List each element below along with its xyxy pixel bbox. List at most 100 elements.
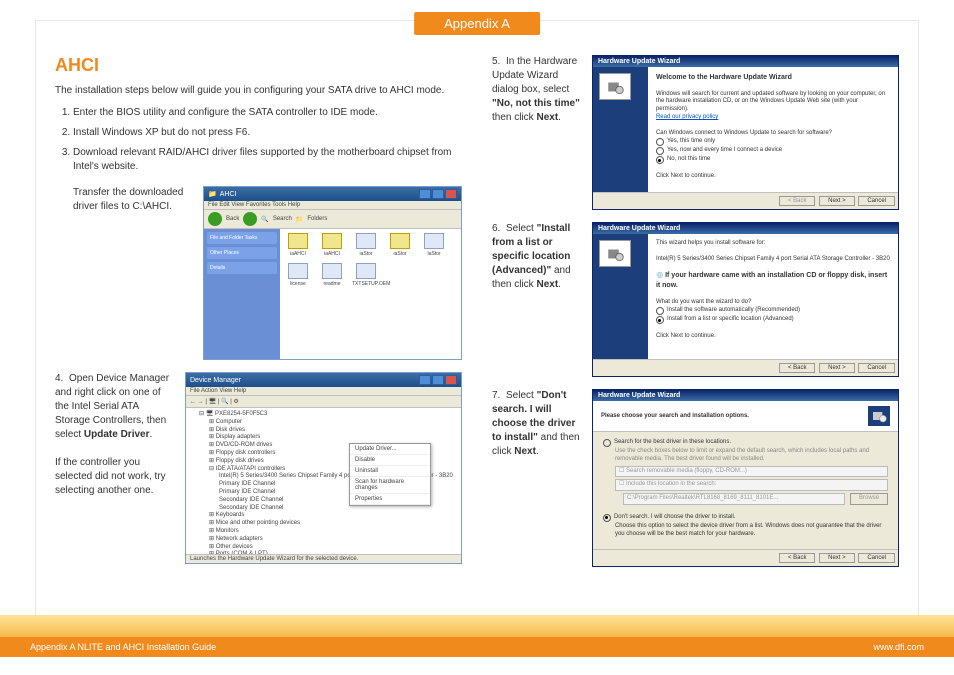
click-next-text: Click Next to continue.: [656, 333, 716, 339]
ctx-update-driver[interactable]: Update Driver...: [350, 444, 430, 455]
explorer-sidebar: File and Folder Tasks Other Places Detai…: [204, 229, 280, 359]
file-item[interactable]: license: [284, 263, 312, 287]
radio-dont-search[interactable]: Don't search. I will choose the driver t…: [603, 514, 888, 522]
close-icon[interactable]: [445, 375, 457, 385]
explorer-title: AHCI: [220, 191, 237, 198]
cancel-button[interactable]: Cancel: [858, 363, 895, 373]
tree-item[interactable]: ⊞ Display adapters: [189, 434, 458, 442]
check-removable: ☐ Search removable media (floppy, CD-ROM…: [615, 466, 888, 478]
devmgr-menubar: File Action View Help: [186, 387, 461, 396]
tree-root[interactable]: ⊟ 🖥 PXE8254-5F0F5C3: [189, 411, 458, 419]
file-item[interactable]: IaStor: [420, 233, 448, 257]
side-panel-details: Details: [207, 262, 277, 274]
back-icon[interactable]: [208, 212, 222, 226]
close-icon[interactable]: [445, 189, 457, 199]
explorer-menubar: File Edit View Favorites Tools Help: [204, 201, 461, 210]
minimize-icon[interactable]: [419, 189, 431, 199]
devmgr-title: Device Manager: [190, 377, 241, 384]
maximize-icon[interactable]: [432, 375, 444, 385]
step6-block: 6. Select "Install from a list or specif…: [492, 222, 899, 377]
file-item[interactable]: iaAHCI: [318, 233, 346, 257]
transfer-text: Transfer the downloaded driver files to …: [73, 186, 193, 360]
ctx-uninstall[interactable]: Uninstall: [350, 466, 430, 477]
step-3: Download relevant RAID/AHCI driver files…: [73, 146, 462, 174]
privacy-link[interactable]: Read our privacy policy: [656, 114, 718, 120]
folders-label: Folders: [307, 216, 327, 222]
wizard-question: Can Windows connect to Windows Update to…: [656, 130, 832, 136]
browse-button: Browse: [850, 493, 888, 505]
ctx-properties[interactable]: Properties: [350, 494, 430, 505]
step4-text2: If the controller you selected did not w…: [55, 457, 166, 496]
file-item[interactable]: readme: [318, 263, 346, 287]
step7-text: 7. Select "Don't search. I will choose t…: [492, 389, 582, 567]
tree-item[interactable]: ⊞ Network adapters: [189, 536, 458, 544]
radio-advanced[interactable]: Install from a list or specific location…: [656, 316, 890, 324]
wizard-subtext: Use the check boxes below to limit or ex…: [615, 448, 888, 464]
content-area: AHCI The installation steps below will g…: [55, 55, 899, 615]
radio-auto[interactable]: Install the software automatically (Reco…: [656, 307, 890, 315]
wizard-titlebar: Hardware Update Wizard: [593, 223, 898, 234]
wizard-main: This wizard helps you install software f…: [648, 234, 898, 359]
radio-yes-always[interactable]: Yes, now and every time I connect a devi…: [656, 147, 890, 155]
window-controls: [419, 189, 457, 199]
wizard-body-text: Windows will search for current and upda…: [656, 91, 885, 113]
cancel-button[interactable]: Cancel: [858, 553, 895, 563]
devmgr-statusbar: Launches the Hardware Update Wizard for …: [186, 554, 461, 563]
section-heading: AHCI: [55, 55, 462, 76]
next-button[interactable]: Next >: [819, 196, 855, 206]
footer-left: Appendix A NLITE and AHCI Installation G…: [30, 642, 216, 652]
step-1: Enter the BIOS utility and configure the…: [73, 106, 462, 120]
step4-bold: Update Driver: [84, 429, 150, 440]
radio-yes-once[interactable]: Yes, this time only: [656, 138, 890, 146]
back-button[interactable]: < Back: [779, 363, 816, 373]
wizard-header: Please choose your search and installati…: [593, 401, 898, 432]
wizard-cd-text: If your hardware came with an installati…: [656, 272, 887, 289]
forward-icon[interactable]: [243, 212, 257, 226]
explorer-body: File and Folder Tasks Other Places Detai…: [204, 229, 461, 359]
explorer-titlebar: 📁 AHCI: [204, 187, 461, 201]
step6-num: 6.: [492, 222, 506, 236]
step5-num: 5.: [492, 55, 506, 69]
next-button[interactable]: Next >: [819, 363, 855, 373]
next-button[interactable]: Next >: [819, 553, 855, 563]
tree-item[interactable]: ⊞ Mice and other pointing devices: [189, 520, 458, 528]
intro-text: The installation steps below will guide …: [55, 84, 462, 98]
tree-item[interactable]: ⊞ Keyboards: [189, 512, 458, 520]
step7-block: 7. Select "Don't search. I will choose t…: [492, 389, 899, 567]
gear-chip-icon: [599, 73, 631, 100]
ctx-scan[interactable]: Scan for hardware changes: [350, 477, 430, 494]
tree-item[interactable]: ⊞ Other devices: [189, 544, 458, 552]
click-next-text: Click Next to continue.: [656, 173, 716, 179]
footer-right: www.dfi.com: [873, 642, 924, 652]
tree-item[interactable]: ⊞ Computer: [189, 419, 458, 427]
back-button[interactable]: < Back: [779, 553, 816, 563]
back-label: Back: [226, 216, 239, 222]
ctx-disable[interactable]: Disable: [350, 455, 430, 466]
folder-icon: 📁: [208, 190, 217, 198]
devmgr-titlebar: Device Manager: [186, 373, 461, 387]
radio-search[interactable]: Search for the best driver in these loca…: [603, 439, 888, 447]
file-item[interactable]: iaStor: [352, 233, 380, 257]
cancel-button[interactable]: Cancel: [858, 196, 895, 206]
radio-no[interactable]: No, not this time: [656, 156, 890, 164]
back-button: < Back: [779, 196, 816, 206]
explorer-toolbar: Back 🔍Search 📁Folders: [204, 210, 461, 229]
devmgr-toolbar: ← → | 🖥 | 🔍 | ⚙: [186, 396, 461, 408]
file-item[interactable]: iaAHCI: [284, 233, 312, 257]
wizard-main: Search for the best driver in these loca…: [593, 432, 898, 549]
step4-num: 4.: [55, 372, 69, 386]
tree-item[interactable]: ⊞ Monitors: [189, 528, 458, 536]
minimize-icon[interactable]: [419, 375, 431, 385]
file-item[interactable]: TXTSETUP.OEM: [352, 263, 380, 287]
gear-chip-icon: [868, 406, 890, 426]
steps-list: Enter the BIOS utility and configure the…: [55, 106, 462, 174]
wizard-question: What do you want the wizard to do?: [656, 299, 751, 305]
explorer-screenshot: 📁 AHCI File Edit View Favorites Tools He…: [203, 186, 462, 360]
maximize-icon[interactable]: [432, 189, 444, 199]
context-menu: Update Driver... Disable Uninstall Scan …: [349, 443, 431, 506]
tree-item[interactable]: ⊞ Disk drives: [189, 427, 458, 435]
wizard-titlebar: Hardware Update Wizard: [593, 56, 898, 67]
file-item[interactable]: iaStor: [386, 233, 414, 257]
search-label: Search: [273, 216, 292, 222]
wizard-side: [593, 67, 648, 192]
